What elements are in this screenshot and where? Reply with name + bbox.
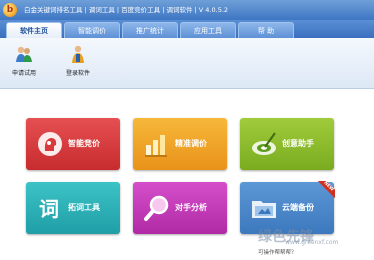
tile-precise-adjust-label: 精准调价 <box>175 139 207 148</box>
tab-stats[interactable]: 推广统计 <box>122 22 178 38</box>
tile-competitor-analysis[interactable]: 对手分析 <box>133 182 227 234</box>
tile-precise-adjust[interactable]: 精准调价 <box>133 118 227 170</box>
window-title: 白金关键词排名工具 | 调词工具 | 百度竞价工具 | 调词软件 | V 4.0… <box>24 6 229 14</box>
users-icon <box>14 44 34 64</box>
target-disc-icon <box>250 130 278 158</box>
tab-bar: 软件主页 智能调价 推广统计 应用工具 帮 助 <box>0 20 374 38</box>
new-badge-label: NEW <box>314 181 335 201</box>
magnifier-icon <box>143 194 171 222</box>
help-text[interactable]: 可操作帮帮帮？ <box>258 248 297 256</box>
tile-keyword-expand[interactable]: 词 拓词工具 <box>26 182 120 234</box>
new-badge: NEW <box>313 181 335 203</box>
svg-text:词: 词 <box>39 197 59 221</box>
bid-head-icon <box>36 130 64 158</box>
word-expand-icon: 词 <box>36 194 64 222</box>
main-content: 智能竞价 精准调价 创意助手 词 拓词工具 对手分析 云端备份 NEW <box>0 89 374 260</box>
watermark-url: www.greenxf.com <box>285 239 339 246</box>
user-login-icon <box>68 44 88 64</box>
app-logo-icon: b <box>3 3 17 17</box>
tile-competitor-analysis-label: 对手分析 <box>175 203 207 212</box>
tile-creative-assistant-label: 创意助手 <box>282 139 314 148</box>
tab-home[interactable]: 软件主页 <box>6 22 62 38</box>
login-button[interactable]: 登录软件 <box>60 44 96 77</box>
toolbar: 申请试用 登录软件 <box>0 38 374 89</box>
tile-cloud-backup-label: 云端备份 <box>282 203 314 212</box>
tab-tools[interactable]: 应用工具 <box>180 22 236 38</box>
apply-trial-label: 申请试用 <box>11 70 36 77</box>
folder-icon <box>250 194 278 222</box>
apply-trial-button[interactable]: 申请试用 <box>6 44 42 77</box>
tile-smart-bid-label: 智能竞价 <box>68 139 100 148</box>
tab-help[interactable]: 帮 助 <box>238 22 294 38</box>
title-bar: b 白金关键词排名工具 | 调词工具 | 百度竞价工具 | 调词软件 | V 4… <box>0 0 374 20</box>
tab-smart-bid[interactable]: 智能调价 <box>64 22 120 38</box>
tile-creative-assistant[interactable]: 创意助手 <box>240 118 334 170</box>
login-label: 登录软件 <box>65 70 90 77</box>
tile-smart-bid[interactable]: 智能竞价 <box>26 118 120 170</box>
bar-chart-icon <box>143 130 171 158</box>
tile-keyword-expand-label: 拓词工具 <box>68 203 100 212</box>
